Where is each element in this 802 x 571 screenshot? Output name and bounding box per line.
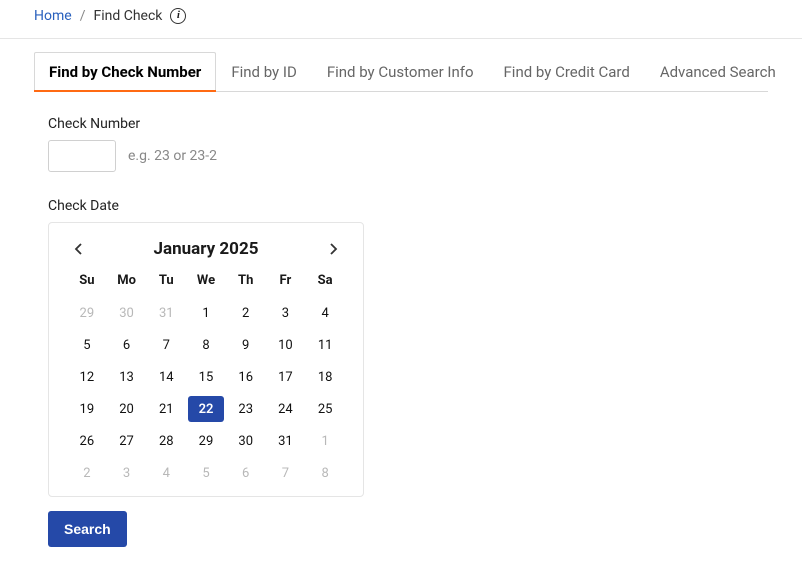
calendar-day[interactable]: 22	[188, 396, 224, 422]
day-of-week-header: Sa	[305, 271, 345, 294]
calendar-day[interactable]: 1	[186, 300, 226, 326]
calendar-day[interactable]: 6	[226, 460, 266, 486]
tab-find-by-customer-info[interactable]: Find by Customer Info	[312, 52, 489, 92]
search-button[interactable]: Search	[48, 511, 127, 547]
tab-find-by-credit-card[interactable]: Find by Credit Card	[489, 52, 645, 92]
day-of-week-header: Mo	[107, 271, 147, 294]
calendar-day[interactable]: 27	[107, 428, 147, 454]
calendar-day[interactable]: 28	[146, 428, 186, 454]
calendar-day[interactable]: 9	[226, 332, 266, 358]
check-date-label: Check Date	[48, 198, 754, 214]
calendar-day[interactable]: 30	[107, 300, 147, 326]
tab-content: Check Number e.g. 23 or 23-2 Check Date …	[0, 92, 802, 571]
calendar-day[interactable]: 1	[305, 428, 345, 454]
calendar-day[interactable]: 12	[67, 364, 107, 390]
calendar-day[interactable]: 16	[226, 364, 266, 390]
date-picker: January 2025 SuMoTuWeThFrSa2930311234567…	[48, 222, 364, 497]
calendar-day[interactable]: 5	[67, 332, 107, 358]
breadcrumb: Home / Find Check i	[0, 0, 802, 39]
calendar-day[interactable]: 24	[266, 396, 306, 422]
calendar-day[interactable]: 23	[226, 396, 266, 422]
calendar-day[interactable]: 2	[226, 300, 266, 326]
calendar-day[interactable]: 6	[107, 332, 147, 358]
check-number-input[interactable]	[48, 140, 116, 172]
check-number-hint: e.g. 23 or 23-2	[128, 148, 217, 164]
calendar-day[interactable]: 7	[146, 332, 186, 358]
tab-bar: Find by Check Number Find by ID Find by …	[34, 51, 768, 92]
calendar-day[interactable]: 15	[186, 364, 226, 390]
calendar-day[interactable]: 30	[226, 428, 266, 454]
calendar-day[interactable]: 26	[67, 428, 107, 454]
calendar-day[interactable]: 29	[186, 428, 226, 454]
tab-find-by-check-number[interactable]: Find by Check Number	[34, 52, 216, 92]
breadcrumb-home[interactable]: Home	[34, 8, 72, 24]
day-of-week-header: We	[186, 271, 226, 294]
calendar-day[interactable]: 10	[266, 332, 306, 358]
calendar-day[interactable]: 31	[266, 428, 306, 454]
calendar-day[interactable]: 3	[107, 460, 147, 486]
calendar-day[interactable]: 13	[107, 364, 147, 390]
day-of-week-header: Fr	[266, 271, 306, 294]
calendar-day[interactable]: 11	[305, 332, 345, 358]
day-of-week-header: Su	[67, 271, 107, 294]
calendar-day[interactable]: 29	[67, 300, 107, 326]
calendar-day[interactable]: 4	[305, 300, 345, 326]
calendar-day[interactable]: 3	[266, 300, 306, 326]
chevron-right-icon	[328, 243, 338, 255]
calendar-day[interactable]: 20	[107, 396, 147, 422]
calendar-day[interactable]: 14	[146, 364, 186, 390]
breadcrumb-current: Find Check	[93, 8, 162, 24]
calendar-day[interactable]: 25	[305, 396, 345, 422]
info-icon[interactable]: i	[170, 8, 186, 24]
day-of-week-header: Th	[226, 271, 266, 294]
calendar-day[interactable]: 5	[186, 460, 226, 486]
calendar-day[interactable]: 8	[186, 332, 226, 358]
calendar-day[interactable]: 31	[146, 300, 186, 326]
calendar-day[interactable]: 21	[146, 396, 186, 422]
chevron-left-icon	[74, 243, 84, 255]
calendar-title: January 2025	[154, 239, 259, 259]
breadcrumb-separator: /	[80, 8, 86, 24]
calendar-day[interactable]: 7	[266, 460, 306, 486]
calendar-grid: SuMoTuWeThFrSa29303112345678910111213141…	[67, 271, 345, 486]
calendar-day[interactable]: 8	[305, 460, 345, 486]
calendar-day[interactable]: 17	[266, 364, 306, 390]
tab-advanced-search[interactable]: Advanced Search	[645, 52, 791, 92]
calendar-day[interactable]: 2	[67, 460, 107, 486]
calendar-day[interactable]: 19	[67, 396, 107, 422]
next-month-button[interactable]	[321, 237, 345, 261]
check-number-label: Check Number	[48, 116, 754, 132]
calendar-day[interactable]: 18	[305, 364, 345, 390]
calendar-day[interactable]: 4	[146, 460, 186, 486]
tab-find-by-id[interactable]: Find by ID	[216, 52, 312, 92]
prev-month-button[interactable]	[67, 237, 91, 261]
day-of-week-header: Tu	[146, 271, 186, 294]
